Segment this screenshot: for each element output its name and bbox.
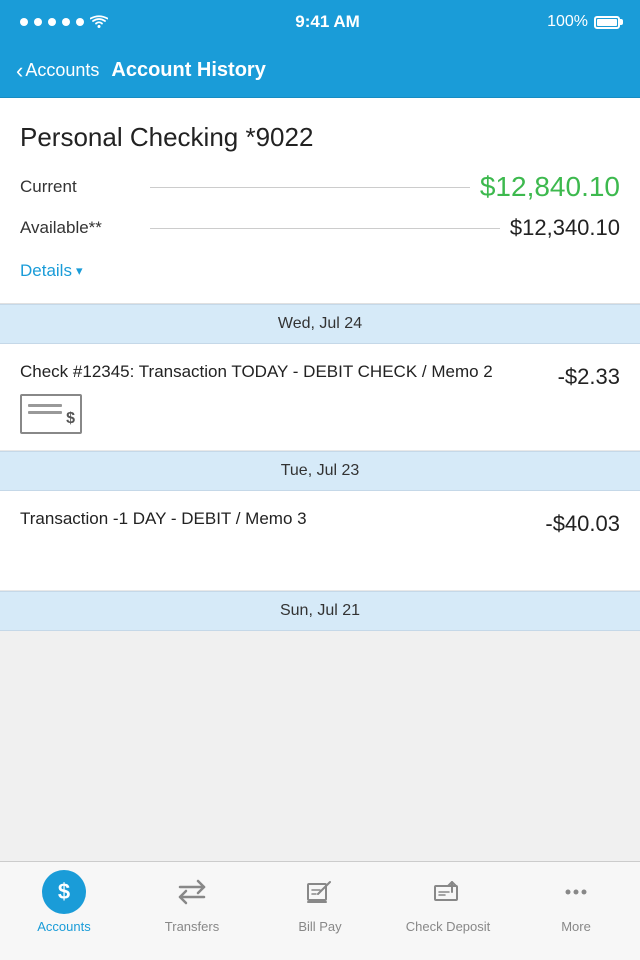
- billpay-icon-container: [298, 870, 342, 914]
- checkdeposit-icon-container: [426, 870, 470, 914]
- tab-checkdeposit[interactable]: Check Deposit: [384, 870, 512, 934]
- more-icon-container: [554, 870, 598, 914]
- battery-percent: 100%: [547, 13, 588, 31]
- section-header-2: Sun, Jul 21: [0, 591, 640, 631]
- tab-transfers[interactable]: Transfers: [128, 870, 256, 934]
- status-right: 100%: [547, 13, 620, 31]
- check-image-icon: $: [20, 394, 82, 434]
- available-label: Available**: [20, 218, 140, 238]
- status-left: [20, 15, 108, 29]
- status-time: 9:41 AM: [295, 12, 360, 32]
- current-label: Current: [20, 177, 140, 197]
- check-line-2: [28, 411, 62, 414]
- accounts-circle-icon: $: [42, 870, 86, 914]
- section-date-0: Wed, Jul 24: [278, 315, 362, 332]
- battery-icon-container: [594, 16, 620, 29]
- transaction-left-1: Transaction -1 DAY - DEBIT / Memo 3: [20, 507, 545, 541]
- current-balance-row: Current $12,840.10: [20, 171, 620, 203]
- signal-dot-4: [62, 18, 70, 26]
- current-balance: $12,840.10: [480, 171, 620, 203]
- wifi-icon: [90, 15, 108, 29]
- signal-dot-2: [34, 18, 42, 26]
- available-balance-row: Available** $12,340.10: [20, 215, 620, 241]
- transaction-left-0: Check #12345: Transaction TODAY - DEBIT …: [20, 360, 558, 434]
- signal-dot-5: [76, 18, 84, 26]
- transfers-tab-label: Transfers: [165, 919, 219, 934]
- content-area: Personal Checking *9022 Current $12,840.…: [0, 98, 640, 861]
- checkdeposit-icon: [432, 876, 464, 908]
- battery-icon: [594, 16, 620, 29]
- tab-billpay[interactable]: Bill Pay: [256, 870, 384, 934]
- accounts-tab-label: Accounts: [37, 919, 90, 934]
- chevron-down-icon: ▾: [76, 263, 83, 279]
- transfers-icon: [176, 876, 208, 908]
- back-button[interactable]: ‹ Accounts: [16, 60, 99, 82]
- transaction-row-1[interactable]: Transaction -1 DAY - DEBIT / Memo 3 -$40…: [0, 491, 640, 591]
- available-balance: $12,340.10: [510, 215, 620, 241]
- more-icon: [560, 876, 592, 908]
- details-label: Details: [20, 261, 72, 281]
- section-date-1: Tue, Jul 23: [281, 462, 360, 479]
- page-title: Account History: [111, 59, 265, 82]
- details-toggle[interactable]: Details ▾: [20, 253, 620, 293]
- tab-accounts[interactable]: $ Accounts: [0, 870, 128, 934]
- billpay-tab-label: Bill Pay: [298, 919, 341, 934]
- transaction-desc-0: Check #12345: Transaction TODAY - DEBIT …: [20, 360, 546, 384]
- billpay-icon: [304, 876, 336, 908]
- signal-dot-3: [48, 18, 56, 26]
- account-name: Personal Checking *9022: [20, 122, 620, 153]
- status-bar: 9:41 AM 100%: [0, 0, 640, 44]
- back-label: Accounts: [25, 60, 99, 81]
- signal-dot-1: [20, 18, 28, 26]
- section-header-1: Tue, Jul 23: [0, 451, 640, 491]
- battery-fill: [597, 19, 617, 26]
- transfers-icon-container: [170, 870, 214, 914]
- accounts-dollar-icon: $: [58, 879, 70, 905]
- check-lines: [28, 404, 62, 418]
- transaction-desc-1: Transaction -1 DAY - DEBIT / Memo 3: [20, 507, 533, 531]
- back-chevron-icon: ‹: [16, 60, 23, 82]
- section-date-2: Sun, Jul 21: [280, 602, 360, 619]
- transaction-amount-0: -$2.33: [558, 360, 620, 390]
- transaction-amount-1: -$40.03: [545, 507, 620, 537]
- more-tab-label: More: [561, 919, 591, 934]
- check-dollar-sign: $: [66, 410, 75, 428]
- tab-bar: $ Accounts Transfers Bill P: [0, 861, 640, 960]
- section-header-0: Wed, Jul 24: [0, 304, 640, 344]
- checkdeposit-tab-label: Check Deposit: [406, 919, 491, 934]
- account-summary: Personal Checking *9022 Current $12,840.…: [0, 98, 640, 304]
- check-line-1: [28, 404, 62, 407]
- current-divider: [150, 187, 470, 188]
- transaction-row-0[interactable]: Check #12345: Transaction TODAY - DEBIT …: [0, 344, 640, 451]
- tab-more[interactable]: More: [512, 870, 640, 934]
- nav-bar: ‹ Accounts Account History: [0, 44, 640, 98]
- accounts-icon-container: $: [42, 870, 86, 914]
- available-divider: [150, 228, 500, 229]
